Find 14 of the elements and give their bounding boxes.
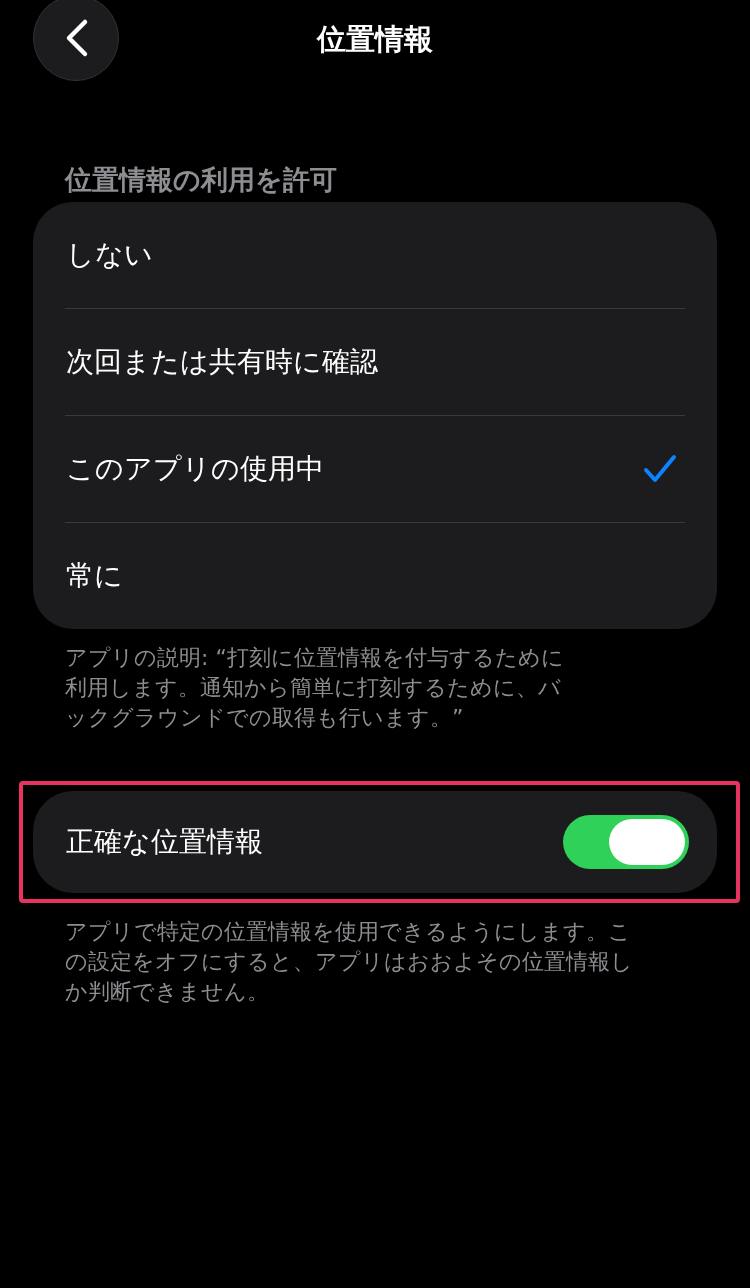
precise-location-description: アプリで特定の位置情報を使用できるようにします。この設定をオフにすると、アプリはおおよその位置情報しか判断できません。 [65,918,634,1006]
option-row[interactable]: しない [33,202,717,308]
app-description: アプリの説明: “打刻に位置情報を付与するために利用します。通知から簡単に打刻するために、バックグラウンドでの取得も行います。” [65,644,565,732]
section-title: 位置情報の利用を許可 [65,163,338,197]
option-label: このアプリの使用中 [66,451,324,487]
precise-location-label: 正確な位置情報 [66,824,263,860]
page-title: 位置情報 [317,21,433,58]
option-label: 次回または共有時に確認 [66,344,378,380]
option-label: 常に [66,558,123,594]
option-label: しない [66,237,153,273]
toggle-switch[interactable] [563,815,689,869]
option-row[interactable]: 常に [33,523,717,629]
option-row[interactable]: このアプリの使用中 [33,416,717,522]
option-row[interactable]: 次回または共有時に確認 [33,309,717,415]
